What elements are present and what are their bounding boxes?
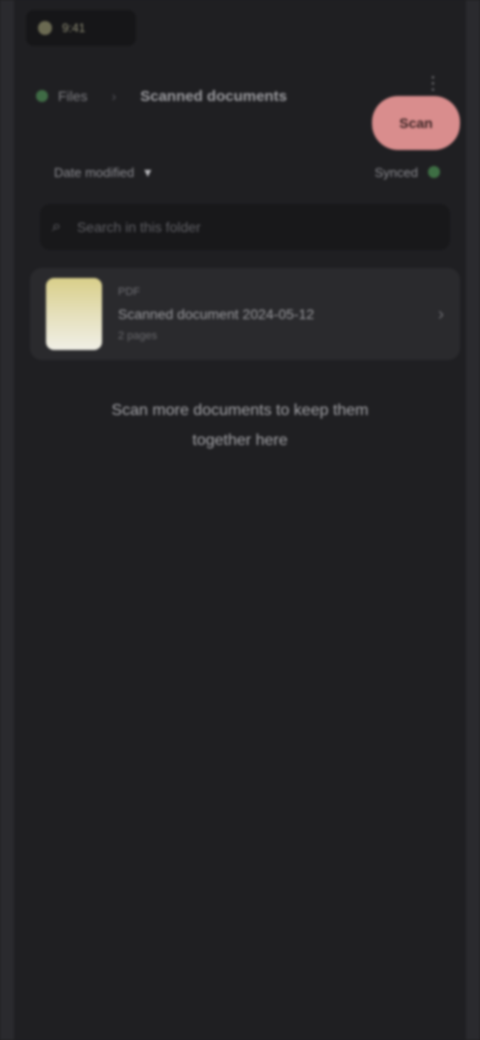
filter-row: Date modified ▾ Synced (54, 152, 440, 192)
screen-edge-left (0, 0, 14, 1040)
folder-icon (36, 90, 48, 102)
breadcrumb-separator: › (111, 88, 117, 104)
search-input[interactable] (74, 218, 450, 236)
search-icon: ⌕ (52, 218, 61, 235)
page-title: Scanned documents (140, 87, 287, 105)
list-item[interactable]: PDF Scanned document 2024-05-12 2 pages … (30, 268, 460, 360)
sync-status: Synced (375, 165, 440, 180)
breadcrumb-root[interactable]: Files (58, 88, 88, 104)
chevron-down-icon: ▾ (144, 163, 152, 180)
more-icon[interactable]: ⋮ (420, 70, 446, 96)
status-time: 9:41 (62, 21, 86, 35)
sort-label: Date modified (54, 164, 135, 180)
screen-edge-right (466, 0, 480, 1040)
sync-label: Synced (374, 164, 418, 180)
sort-dropdown[interactable]: Date modified ▾ (54, 164, 151, 181)
document-thumbnail (46, 278, 102, 350)
scan-button[interactable]: Scan (372, 96, 460, 150)
sync-status-icon (428, 166, 440, 178)
search-bar: ⌕ (40, 204, 450, 250)
list-item-text: PDF Scanned document 2024-05-12 2 pages (118, 286, 422, 342)
status-bar: 9:41 (26, 10, 136, 46)
back-icon[interactable] (38, 21, 52, 35)
chevron-right-icon: › (438, 303, 444, 324)
empty-state-message: Scan more documents to keep them togethe… (111, 402, 369, 449)
list-item-meta: 2 pages (118, 330, 158, 342)
list-item-title: Scanned document 2024-05-12 (118, 306, 315, 322)
list-item-type: PDF (118, 286, 140, 298)
screen: 9:41 Files › Scanned documents ⋮ Scan Da… (0, 0, 480, 1040)
